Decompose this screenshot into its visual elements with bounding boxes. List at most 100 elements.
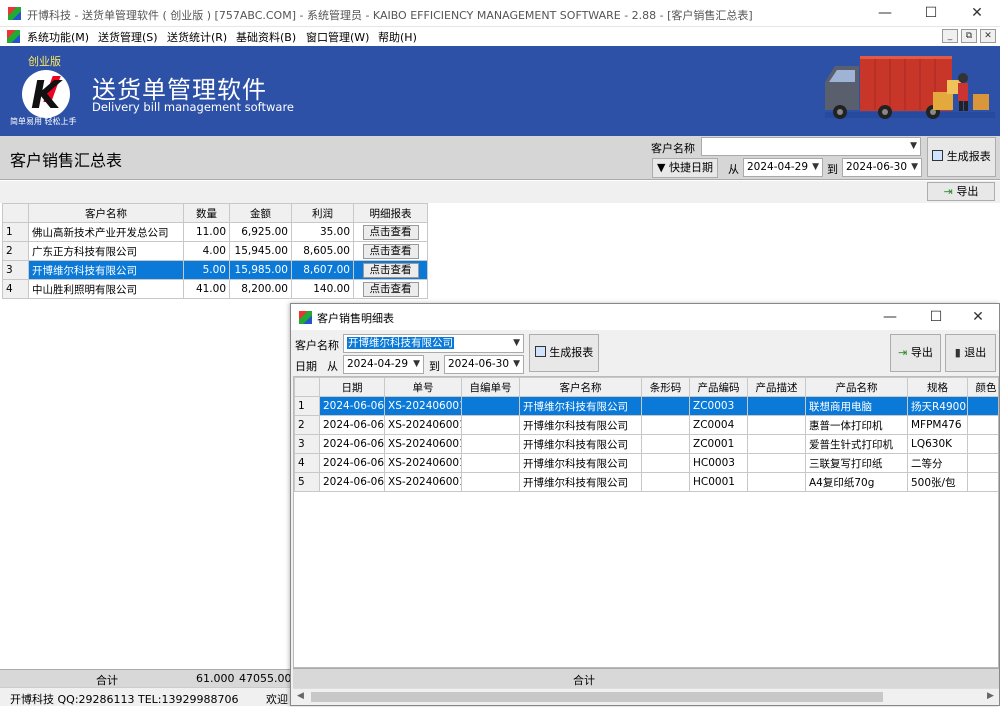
product-code-cell[interactable]: HC0003 bbox=[689, 453, 748, 473]
table-row[interactable]: 2 广东正方科技有限公司 4.00 15,945.00 8,605.00 点击查… bbox=[2, 241, 428, 261]
product-code-cell[interactable]: HC0001 bbox=[689, 472, 748, 492]
date-from-picker[interactable]: 2024-04-29 ▼ bbox=[743, 158, 823, 177]
detail-date-from-picker[interactable]: 2024-04-29 ▼ bbox=[343, 355, 424, 374]
mdi-close-button[interactable]: ✕ bbox=[980, 29, 996, 43]
date-to-picker[interactable]: 2024-06-30 ▼ bbox=[842, 158, 922, 177]
detail-generate-button[interactable]: 生成报表 bbox=[529, 334, 599, 372]
qty-cell[interactable]: 5.00 bbox=[183, 260, 230, 280]
menu-help[interactable]: 帮助(H) bbox=[378, 29, 417, 45]
date-cell[interactable]: 2024-06-06 bbox=[319, 434, 385, 454]
customer-name-cell[interactable]: 中山胜利照明有限公司 bbox=[28, 279, 184, 299]
amount-cell[interactable]: 15,985.00 bbox=[229, 260, 292, 280]
table-row[interactable]: 2 2024-06-06 XS-202406001 开博维尔科技有限公司 ZC0… bbox=[294, 415, 998, 435]
order-no-cell[interactable]: XS-202406001 bbox=[384, 434, 462, 454]
dialog-maximize-button[interactable]: ☐ bbox=[913, 304, 959, 330]
menu-system[interactable]: 系统功能(M) bbox=[27, 29, 89, 45]
mdi-restore-button[interactable]: ⧉ bbox=[961, 29, 977, 43]
product-name-cell[interactable]: 三联复写打印纸 bbox=[805, 453, 908, 473]
spec-cell[interactable]: 500张/包 bbox=[907, 472, 968, 492]
quick-date-button[interactable]: ▼ 快捷日期 bbox=[652, 158, 718, 178]
amount-cell[interactable]: 15,945.00 bbox=[229, 241, 292, 261]
column-header[interactable]: 明细报表 bbox=[353, 203, 428, 223]
column-header[interactable]: 利润 bbox=[291, 203, 354, 223]
dialog-titlebar[interactable]: 客户销售明细表 — ☐ ✕ bbox=[291, 304, 999, 330]
table-row-selected[interactable]: 3 开博维尔科技有限公司 5.00 15,985.00 8,607.00 点击查… bbox=[2, 260, 428, 280]
column-header[interactable]: 客户名称 bbox=[519, 377, 642, 397]
table-row[interactable]: 4 2024-06-06 XS-202406001 开博维尔科技有限公司 HC0… bbox=[294, 453, 998, 473]
customer-name-cell[interactable]: 佛山高新技术产业开发总公司 bbox=[28, 222, 184, 242]
spec-cell[interactable]: 扬天R4900 bbox=[907, 396, 968, 416]
color-cell[interactable] bbox=[967, 434, 998, 454]
table-row[interactable]: 4 中山胜利照明有限公司 41.00 8,200.00 140.00 点击查看 bbox=[2, 279, 428, 299]
scrollbar-thumb[interactable] bbox=[311, 692, 883, 702]
customer-cell[interactable]: 开博维尔科技有限公司 bbox=[519, 453, 642, 473]
table-row[interactable]: 5 2024-06-06 XS-202406001 开博维尔科技有限公司 HC0… bbox=[294, 472, 998, 492]
maximize-button[interactable]: ☐ bbox=[908, 0, 954, 27]
spec-cell[interactable]: MFPM476 bbox=[907, 415, 968, 435]
customer-name-cell[interactable]: 开博维尔科技有限公司 bbox=[28, 260, 184, 280]
profit-cell[interactable]: 8,605.00 bbox=[291, 241, 354, 261]
barcode-cell[interactable] bbox=[641, 434, 690, 454]
date-cell[interactable]: 2024-06-06 bbox=[319, 472, 385, 492]
view-detail-button[interactable]: 点击查看 bbox=[362, 262, 419, 278]
product-name-cell[interactable]: 联想商用电脑 bbox=[805, 396, 908, 416]
color-cell[interactable] bbox=[967, 472, 998, 492]
self-no-cell[interactable] bbox=[461, 396, 520, 416]
spec-cell[interactable]: LQ630K bbox=[907, 434, 968, 454]
color-cell[interactable] bbox=[967, 396, 998, 416]
product-desc-cell[interactable] bbox=[747, 415, 806, 435]
order-no-cell[interactable]: XS-202406001 bbox=[384, 472, 462, 492]
detail-export-button[interactable]: ⇥ 导出 bbox=[890, 334, 941, 372]
column-header[interactable]: 颜色 bbox=[967, 377, 998, 397]
window-titlebar[interactable]: 开博科技 - 送货单管理软件 ( 创业版 ) [757ABC.COM] - 系统… bbox=[0, 0, 1000, 27]
product-desc-cell[interactable] bbox=[747, 396, 806, 416]
column-header[interactable]: 数量 bbox=[183, 203, 230, 223]
detail-date-to-picker[interactable]: 2024-06-30 ▼ bbox=[444, 355, 524, 374]
mdi-minimize-button[interactable]: _ bbox=[942, 29, 958, 43]
customer-cell[interactable]: 开博维尔科技有限公司 bbox=[519, 415, 642, 435]
product-desc-cell[interactable] bbox=[747, 434, 806, 454]
color-cell[interactable] bbox=[967, 415, 998, 435]
scroll-right-arrow-icon[interactable]: ▶ bbox=[987, 691, 994, 701]
view-detail-button[interactable]: 点击查看 bbox=[362, 224, 419, 240]
detail-customer-select[interactable]: 开博维尔科技有限公司 ▼ bbox=[343, 334, 524, 353]
detail-dialog[interactable]: 客户销售明细表 — ☐ ✕ 客户名称 开博维尔科技有限公司 ▼ 生成报表 日期 从… bbox=[290, 303, 1000, 706]
profit-cell[interactable]: 35.00 bbox=[291, 222, 354, 242]
column-header[interactable]: 产品编码 bbox=[689, 377, 748, 397]
column-header[interactable]: 单号 bbox=[384, 377, 462, 397]
table-row[interactable]: 1 佛山高新技术产业开发总公司 11.00 6,925.00 35.00 点击查… bbox=[2, 222, 428, 242]
close-button[interactable]: ✕ bbox=[954, 0, 1000, 27]
detail-exit-button[interactable]: ▮ 退出 bbox=[945, 334, 996, 372]
product-code-cell[interactable]: ZC0004 bbox=[689, 415, 748, 435]
customer-cell[interactable]: 开博维尔科技有限公司 bbox=[519, 396, 642, 416]
product-code-cell[interactable]: ZC0003 bbox=[689, 396, 748, 416]
menu-statistics[interactable]: 送货统计(R) bbox=[167, 29, 227, 45]
date-cell[interactable]: 2024-06-06 bbox=[319, 415, 385, 435]
scroll-left-arrow-icon[interactable]: ◀ bbox=[297, 691, 304, 701]
barcode-cell[interactable] bbox=[641, 396, 690, 416]
product-name-cell[interactable]: A4复印纸70g bbox=[805, 472, 908, 492]
column-header[interactable]: 产品描述 bbox=[747, 377, 806, 397]
customer-cell[interactable]: 开博维尔科技有限公司 bbox=[519, 434, 642, 454]
column-header[interactable]: 规格 bbox=[907, 377, 968, 397]
product-name-cell[interactable]: 爱普生针式打印机 bbox=[805, 434, 908, 454]
table-row-selected[interactable]: 1 2024-06-06 XS-202406001 开博维尔科技有限公司 ZC0… bbox=[294, 396, 998, 416]
product-desc-cell[interactable] bbox=[747, 472, 806, 492]
self-no-cell[interactable] bbox=[461, 415, 520, 435]
order-no-cell[interactable]: XS-202406001 bbox=[384, 415, 462, 435]
barcode-cell[interactable] bbox=[641, 472, 690, 492]
menu-window[interactable]: 窗口管理(W) bbox=[306, 29, 369, 45]
generate-report-button[interactable]: 生成报表 bbox=[927, 137, 996, 177]
qty-cell[interactable]: 4.00 bbox=[183, 241, 230, 261]
barcode-cell[interactable] bbox=[641, 453, 690, 473]
horizontal-scrollbar[interactable]: ◀ ▶ bbox=[293, 688, 999, 705]
self-no-cell[interactable] bbox=[461, 434, 520, 454]
customer-name-cell[interactable]: 广东正方科技有限公司 bbox=[28, 241, 184, 261]
column-header[interactable]: 金额 bbox=[229, 203, 292, 223]
amount-cell[interactable]: 6,925.00 bbox=[229, 222, 292, 242]
view-detail-button[interactable]: 点击查看 bbox=[362, 281, 419, 297]
qty-cell[interactable]: 41.00 bbox=[183, 279, 230, 299]
column-header[interactable]: 自编单号 bbox=[461, 377, 520, 397]
column-header[interactable]: 日期 bbox=[319, 377, 385, 397]
table-row[interactable]: 3 2024-06-06 XS-202406001 开博维尔科技有限公司 ZC0… bbox=[294, 434, 998, 454]
